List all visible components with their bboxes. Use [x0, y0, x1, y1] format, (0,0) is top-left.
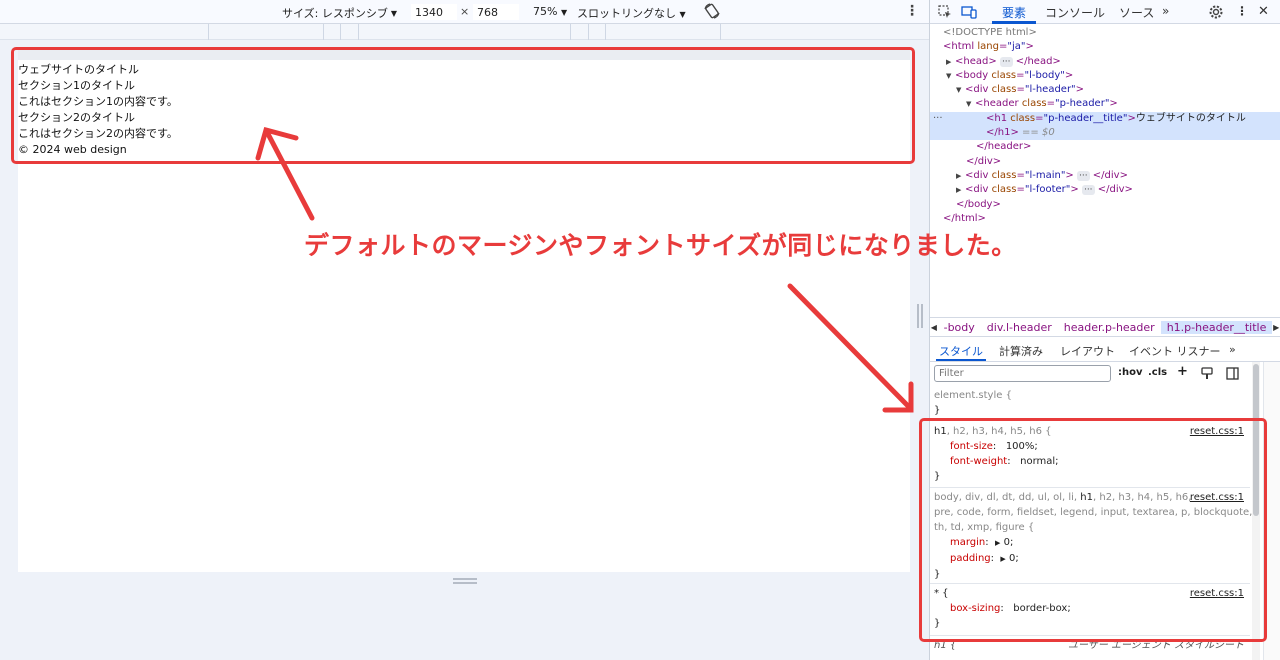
breadcrumb-body[interactable]: -body — [938, 321, 981, 334]
more-tabs-icon[interactable]: » — [1162, 4, 1169, 18]
collapse-triangle-icon[interactable]: ▼ — [966, 97, 975, 111]
rotate-icon[interactable] — [703, 2, 721, 20]
throttle-value: スロットリングなし — [577, 7, 676, 20]
caret-down-icon: ▼ — [679, 10, 686, 19]
add-rule-icon[interactable]: + — [1177, 364, 1188, 379]
breadcrumb-header[interactable]: header.p-header — [1058, 321, 1161, 334]
dom-h1-selected[interactable]: ··· <h1 class="p-header__title">ウェブサイトのタ… — [930, 111, 1280, 127]
dom-tree: <!DOCTYPE html> <html lang="ja"> ▶ <head>… — [930, 24, 1280, 314]
paint-brush-icon[interactable] — [1201, 367, 1213, 380]
gear-icon[interactable] — [1208, 4, 1224, 20]
dom-h1-close[interactable]: </h1> == $0 — [930, 126, 1280, 141]
tab-layout[interactable]: レイアウト — [1060, 343, 1115, 359]
tab-sources[interactable]: ソース — [1119, 4, 1154, 21]
styles-filter-input[interactable] — [934, 365, 1111, 382]
more-subtabs-icon[interactable]: » — [1229, 343, 1236, 356]
active-subtab-indicator — [936, 359, 986, 361]
breadcrumb-h1[interactable]: h1.p-header__title — [1160, 320, 1273, 334]
expand-triangle-icon[interactable]: ▶ — [956, 183, 965, 197]
side-resize-handle[interactable] — [917, 304, 923, 328]
gutter-ellipsis-icon[interactable]: ··· — [933, 112, 943, 126]
devtools-tab-bar: 要素 コンソール ソース » ⋮ ✕ — [930, 0, 1280, 24]
dom-div-close[interactable]: </div> — [930, 155, 1280, 169]
highlight-box-styles — [919, 418, 1267, 642]
rule-element-style[interactable]: element.style { } — [930, 386, 1250, 420]
device-toolbar: サイズ: レスポンシブ ▼ × 75% ▼ スロットリングなし ▼ ⋮ — [0, 0, 929, 24]
dom-body-close[interactable]: </body> — [930, 198, 1280, 212]
times-sign: × — [460, 5, 470, 18]
width-input[interactable] — [411, 4, 457, 20]
highlight-box-page — [11, 47, 915, 164]
bottom-resize-handle[interactable] — [453, 578, 477, 584]
inspect-element-icon[interactable] — [937, 4, 953, 20]
filter-row: :hov .cls + — [930, 362, 1250, 386]
dom-html-close[interactable]: </html> — [930, 212, 1280, 226]
size-label: サイズ: レスポンシブ — [282, 7, 388, 20]
dom-div-footer[interactable]: ▶ <div class="l-footer"> ··· </div> — [930, 183, 1280, 197]
breadcrumb-right-icon[interactable]: ▶ — [1272, 323, 1280, 332]
dom-body[interactable]: ▼ <body class="l-body"> — [930, 69, 1280, 83]
breadcrumb-div-header[interactable]: div.l-header — [981, 321, 1058, 334]
cls-button[interactable]: .cls — [1148, 367, 1167, 378]
expand-triangle-icon[interactable]: ▶ — [956, 169, 965, 183]
expand-triangle-icon[interactable]: ▶ — [946, 55, 955, 69]
hov-button[interactable]: :hov — [1118, 367, 1143, 378]
dom-header[interactable]: ▼ <header class="p-header"> — [930, 97, 1280, 111]
close-icon[interactable]: ✕ — [1258, 4, 1269, 19]
caret-down-icon: ▼ — [560, 8, 568, 17]
device-toggle-icon[interactable] — [961, 4, 977, 20]
dom-html[interactable]: <html lang="ja"> — [930, 40, 1280, 54]
zoom-dropdown[interactable]: 75% ▼ — [533, 5, 567, 18]
styles-sub-tabs: スタイル 計算済み レイアウト イベント リスナー » — [930, 338, 1280, 362]
annotation-caption: デフォルトのマージンやフォントサイズが同じになりました。 — [304, 231, 1017, 260]
height-input[interactable] — [473, 4, 519, 20]
breadcrumb-left-icon[interactable]: ◀ — [930, 323, 938, 332]
caret-down-icon: ▼ — [390, 8, 398, 18]
throttle-dropdown[interactable]: スロットリングなし ▼ — [577, 5, 686, 21]
dom-div-main[interactable]: ▶ <div class="l-main"> ··· </div> — [930, 169, 1280, 183]
tab-computed[interactable]: 計算済み — [999, 343, 1043, 359]
breadcrumb: ◀ -body div.l-header header.p-header h1.… — [930, 317, 1280, 337]
collapse-triangle-icon[interactable]: ▼ — [956, 83, 965, 97]
dom-head[interactable]: ▶ <head> ··· </head> — [930, 55, 1280, 69]
collapse-triangle-icon[interactable]: ▼ — [946, 69, 955, 83]
size-dropdown[interactable]: サイズ: レスポンシブ ▼ — [282, 5, 397, 21]
more-options-icon[interactable]: ⋮ — [905, 3, 919, 19]
tab-event-listeners[interactable]: イベント リスナー — [1129, 343, 1221, 359]
sidebar-toggle-icon[interactable] — [1226, 367, 1239, 380]
dom-div-header[interactable]: ▼ <div class="l-header"> — [930, 83, 1280, 97]
tab-console[interactable]: コンソール — [1045, 4, 1105, 21]
tab-styles[interactable]: スタイル — [939, 343, 983, 359]
tab-elements[interactable]: 要素 — [1002, 4, 1026, 21]
dom-header-close[interactable]: </header> — [930, 140, 1280, 154]
dom-doctype[interactable]: <!DOCTYPE html> — [930, 26, 1280, 40]
more-options-icon[interactable]: ⋮ — [1236, 4, 1248, 18]
media-query-ruler — [0, 24, 929, 40]
zoom-value: 75% — [533, 5, 558, 18]
